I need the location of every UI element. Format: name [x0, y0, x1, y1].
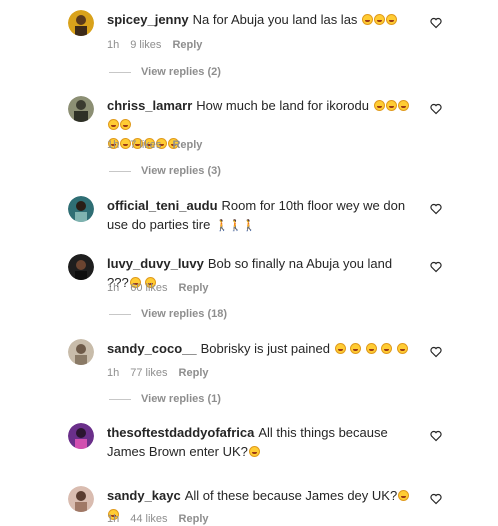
- avatar[interactable]: [68, 486, 94, 512]
- avatar[interactable]: [68, 254, 94, 280]
- reply-button[interactable]: Reply: [172, 39, 202, 51]
- comment-body: All of these because James dey UK?: [184, 488, 398, 503]
- view-replies-button[interactable]: View replies (18): [109, 307, 227, 321]
- comment-time: 1h: [107, 513, 120, 525]
- comment-text: sandy_coco__ Bobrisky is just pained: [107, 339, 417, 358]
- divider: [109, 398, 131, 400]
- comment-text: official_teni_audu Room for 10th floor we…: [107, 196, 417, 236]
- heart-icon[interactable]: [430, 203, 442, 215]
- comment-username[interactable]: thesoftestdaddyofafrica: [107, 425, 254, 440]
- reply-button[interactable]: Reply: [179, 282, 209, 294]
- reply-button[interactable]: Reply: [179, 513, 209, 525]
- comment-time: 1h: [107, 139, 120, 151]
- comment-likes[interactable]: 44 likes: [130, 513, 167, 525]
- avatar[interactable]: [68, 10, 94, 36]
- laughing-emoji-icon: [248, 444, 260, 459]
- comment-meta: 1h 9 likes Reply: [107, 38, 213, 52]
- comment-meta: 1h 7 likes Reply: [107, 138, 213, 152]
- comment-time: 1h: [107, 367, 120, 379]
- comment-text: thesoftestdaddyofafrica All this things b…: [107, 423, 417, 461]
- comment-body: Na for Abuja you land las las: [192, 12, 358, 27]
- avatar[interactable]: [68, 96, 94, 122]
- view-replies-button[interactable]: View replies (1): [109, 392, 221, 406]
- laughing-emoji-icon: [334, 341, 409, 356]
- divider: [109, 71, 131, 73]
- comment-username[interactable]: official_teni_audu: [107, 198, 218, 213]
- comment-username[interactable]: luvy_duvy_luvy: [107, 256, 204, 271]
- comment-username[interactable]: chriss_lamarr: [107, 98, 192, 113]
- comment-time: 1h: [107, 282, 120, 294]
- view-replies-button[interactable]: View replies (2): [109, 65, 221, 79]
- heart-icon[interactable]: [430, 493, 442, 505]
- comment-username[interactable]: sandy_kayc: [107, 488, 181, 503]
- comment-username[interactable]: spicey_jenny: [107, 12, 189, 27]
- reply-button[interactable]: Reply: [172, 139, 202, 151]
- comment-body: Bobrisky is just pained: [200, 341, 330, 356]
- divider: [109, 313, 131, 315]
- comment-meta: 1h 60 likes Reply: [107, 281, 220, 295]
- heart-icon[interactable]: [430, 103, 442, 115]
- comment-likes[interactable]: 7 likes: [130, 139, 161, 151]
- heart-icon[interactable]: [430, 261, 442, 273]
- view-replies-button[interactable]: View replies (3): [109, 164, 221, 178]
- laughing-emoji-icon: [361, 12, 398, 27]
- comment-username[interactable]: sandy_coco__: [107, 341, 197, 356]
- heart-icon[interactable]: [430, 17, 442, 29]
- heart-icon[interactable]: [430, 430, 442, 442]
- avatar[interactable]: [68, 196, 94, 222]
- heart-icon[interactable]: [430, 346, 442, 358]
- avatar[interactable]: [68, 423, 94, 449]
- reply-button[interactable]: Reply: [179, 367, 209, 379]
- comment-likes[interactable]: 77 likes: [130, 367, 167, 379]
- comment-meta: 1h 44 likes Reply: [107, 512, 220, 526]
- comment-likes[interactable]: 60 likes: [130, 282, 167, 294]
- divider: [109, 170, 131, 172]
- comment-time: 1h: [107, 39, 120, 51]
- comment-body: How much be land for ikorodu: [196, 98, 369, 113]
- comment-text: spicey_jenny Na for Abuja you land las la…: [107, 10, 417, 29]
- comment-meta: 1h 77 likes Reply: [107, 366, 220, 380]
- person-walking-emoji-icon: 🚶🚶🚶: [214, 220, 257, 232]
- comment-likes[interactable]: 9 likes: [130, 39, 161, 51]
- avatar[interactable]: [68, 339, 94, 365]
